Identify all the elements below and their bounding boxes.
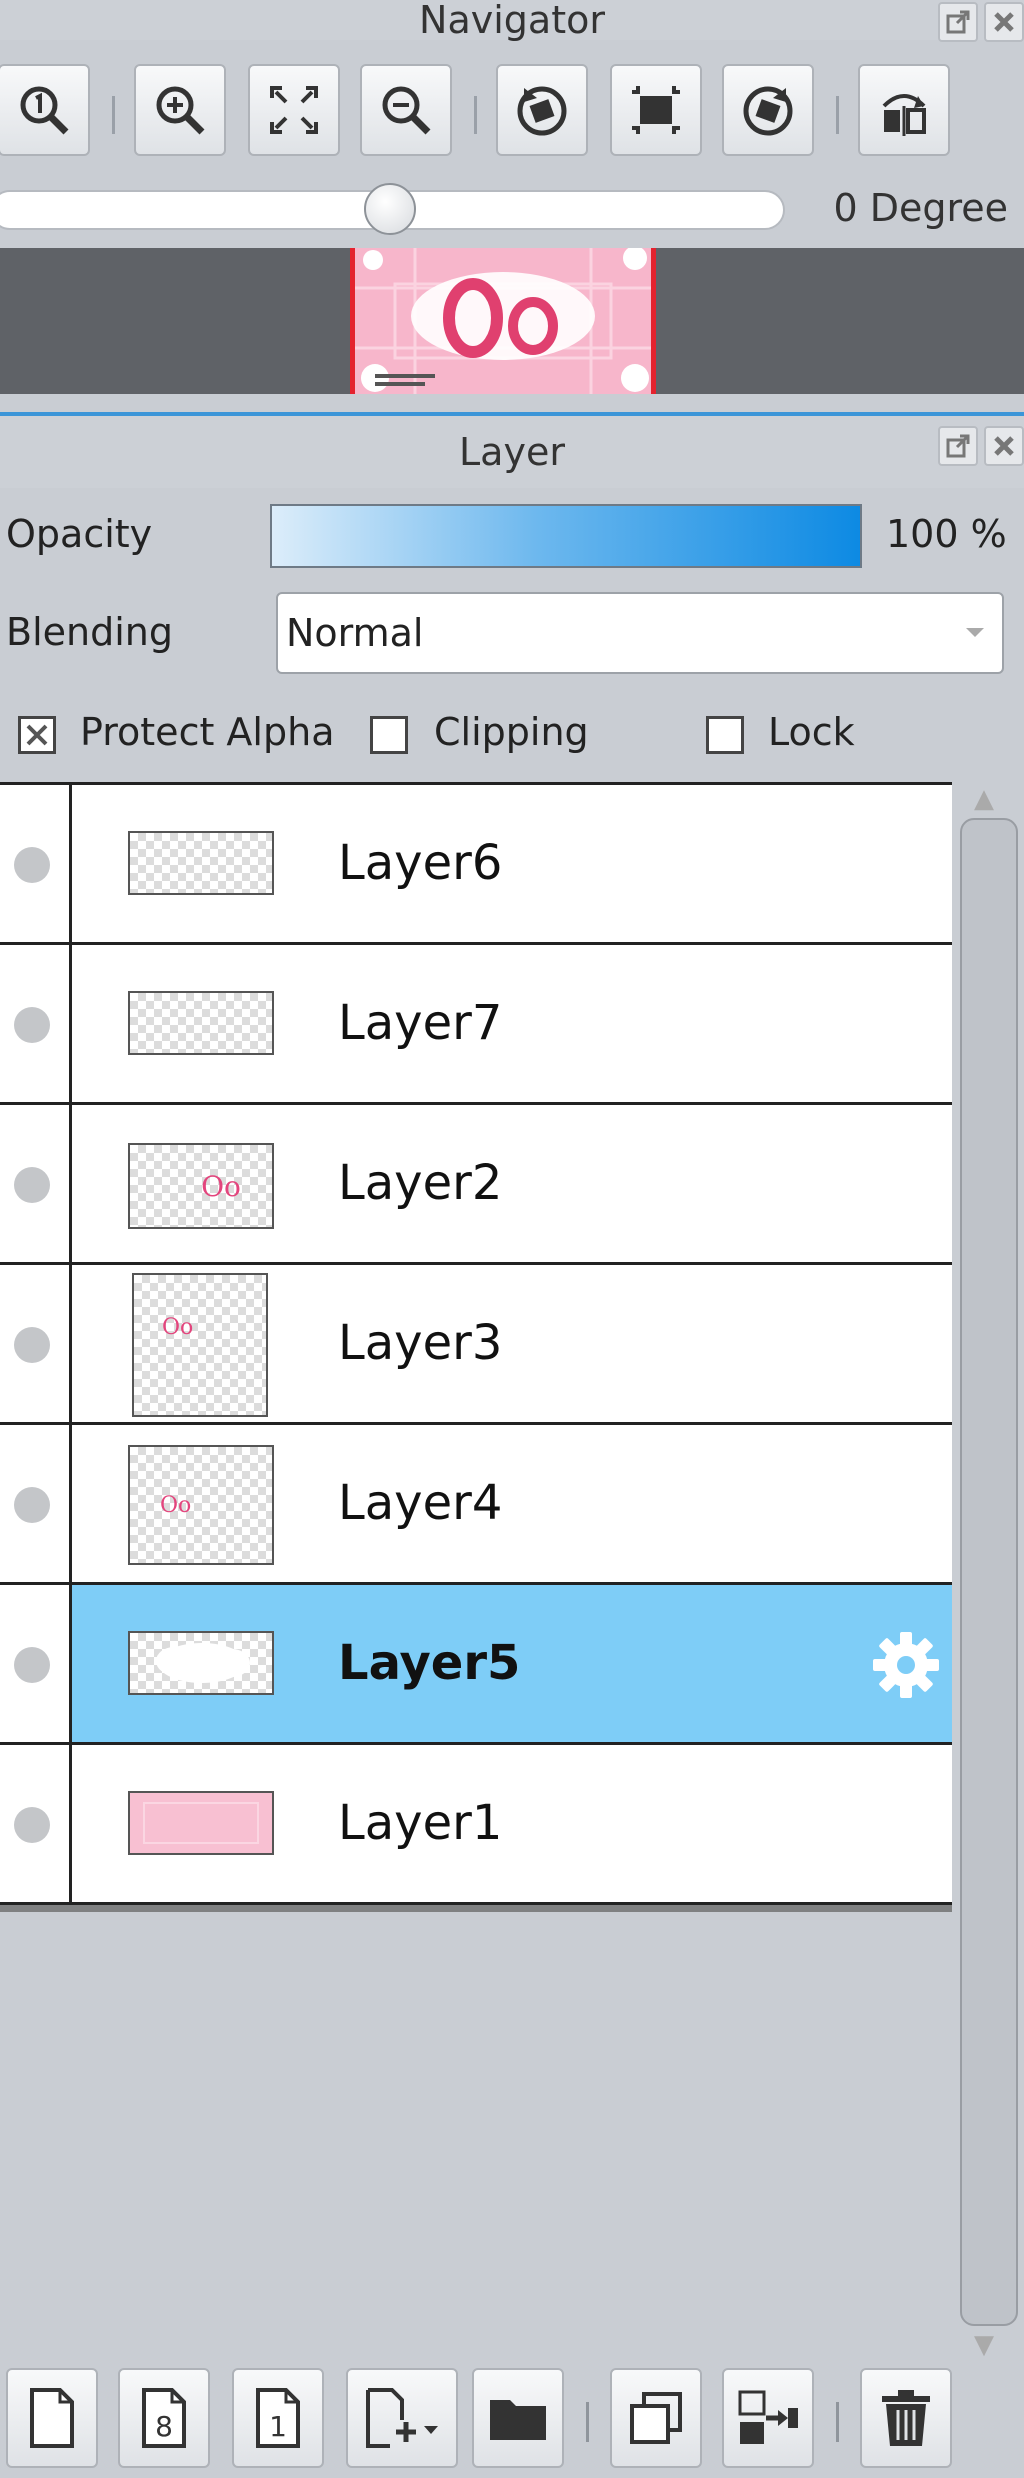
reset-view-icon[interactable] xyxy=(610,64,702,156)
lock-checkbox[interactable] xyxy=(706,716,744,754)
add-layer-menu-icon[interactable] xyxy=(346,2368,458,2468)
navigator-popout-icon[interactable] xyxy=(938,2,978,42)
navigator-preview[interactable] xyxy=(0,248,1024,394)
visibility-toggle[interactable] xyxy=(0,1265,72,1422)
layer-name: Layer7 xyxy=(338,995,503,1051)
layer-name: Layer6 xyxy=(338,835,503,891)
layer-thumbnail xyxy=(128,1791,274,1855)
fit-screen-icon[interactable] xyxy=(248,64,340,156)
new-1bit-layer-label: 1 xyxy=(269,2410,287,2443)
layer-thumbnail: Oo xyxy=(128,1143,274,1229)
blending-mode-select[interactable]: Normal xyxy=(276,592,1004,674)
layer-name: Layer5 xyxy=(338,1635,521,1691)
visibility-toggle[interactable] xyxy=(0,945,72,1102)
new-layer-icon[interactable] xyxy=(6,2368,98,2468)
new-1bit-layer-icon[interactable]: 1 xyxy=(232,2368,324,2468)
layer-name: Layer1 xyxy=(338,1795,503,1851)
merge-layer-icon[interactable] xyxy=(722,2368,814,2468)
visibility-toggle[interactable] xyxy=(0,785,72,942)
opacity-label: Opacity xyxy=(6,512,153,556)
layer-popout-icon[interactable] xyxy=(938,426,978,466)
visibility-dot-icon xyxy=(14,1007,50,1043)
rotation-slider-thumb[interactable] xyxy=(364,183,416,235)
layer-row-layer7[interactable]: Layer7 xyxy=(0,945,952,1105)
visibility-toggle[interactable] xyxy=(0,1105,72,1262)
visibility-dot-icon xyxy=(14,1807,50,1843)
visibility-dot-icon xyxy=(14,1327,50,1363)
blending-mode-value: Normal xyxy=(286,611,424,655)
layers-scrollbar-thumb[interactable] xyxy=(960,818,1018,2326)
opacity-value: 100 % xyxy=(886,512,1007,556)
flip-horizontal-icon[interactable] xyxy=(858,64,950,156)
clipping-checkbox[interactable] xyxy=(370,716,408,754)
layer-row-layer4[interactable]: Oo Layer4 xyxy=(0,1425,952,1585)
visibility-toggle[interactable] xyxy=(0,1585,72,1742)
canvas-preview-thumbnail xyxy=(350,248,656,394)
layer-close-icon[interactable] xyxy=(984,426,1024,466)
layer-thumbnail: Oo xyxy=(128,1445,274,1565)
layer-thumbnail xyxy=(128,831,274,895)
scroll-up-arrow-icon[interactable]: ▲ xyxy=(974,784,994,814)
new-8bit-layer-label: 8 xyxy=(155,2410,173,2443)
zoom-in-icon[interactable] xyxy=(134,64,226,156)
visibility-toggle[interactable] xyxy=(0,1745,72,1902)
thumbnail-text: Oo xyxy=(201,1169,241,1203)
navigator-title: Navigator xyxy=(419,0,605,42)
blending-label: Blending xyxy=(6,610,173,654)
navigator-close-icon[interactable] xyxy=(984,2,1024,42)
layer-settings-gear-icon[interactable] xyxy=(870,1629,942,1701)
opacity-slider[interactable] xyxy=(270,504,862,568)
lock-label: Lock xyxy=(768,710,855,754)
rotate-left-icon[interactable] xyxy=(496,64,588,156)
opacity-row: Opacity 100 % xyxy=(0,498,1024,578)
zoom-actual-icon[interactable] xyxy=(0,64,90,156)
layer-row-layer5[interactable]: Layer5 xyxy=(0,1585,952,1745)
layer-panel-title: Layer xyxy=(459,430,565,474)
layer-row-layer6[interactable]: Layer6 xyxy=(0,785,952,945)
visibility-dot-icon xyxy=(14,1647,50,1683)
visibility-dot-icon xyxy=(14,1487,50,1523)
thumbnail-text: Oo xyxy=(162,1315,194,1340)
layer-panel-header: Layer xyxy=(0,412,1024,488)
chevron-down-icon xyxy=(966,628,984,637)
protect-alpha-label: Protect Alpha xyxy=(80,710,335,754)
zoom-out-icon[interactable] xyxy=(360,64,452,156)
navigator-toolbar xyxy=(0,56,1024,166)
rotate-right-icon[interactable] xyxy=(722,64,814,156)
layer-thumbnail xyxy=(128,1631,274,1695)
folder-icon[interactable] xyxy=(472,2368,564,2468)
visibility-dot-icon xyxy=(14,847,50,883)
layer-name: Layer4 xyxy=(338,1475,503,1531)
scroll-down-arrow-icon[interactable]: ▼ xyxy=(974,2330,994,2360)
layer-name: Layer2 xyxy=(338,1155,503,1211)
layer-row-layer2[interactable]: Oo Layer2 xyxy=(0,1105,952,1265)
thumbnail-text: Oo xyxy=(160,1492,192,1518)
duplicate-layer-icon[interactable] xyxy=(610,2368,702,2468)
layer-thumbnail xyxy=(128,991,274,1055)
layer-row-layer1[interactable]: Layer1 xyxy=(0,1745,952,1905)
protect-alpha-checkbox[interactable] xyxy=(18,716,56,754)
new-8bit-layer-icon[interactable]: 8 xyxy=(118,2368,210,2468)
layer-name: Layer3 xyxy=(338,1315,503,1371)
layer-thumbnail: Oo xyxy=(132,1273,268,1417)
layers-list: Layer6 Layer7 Oo Layer2 Oo Layer3 Oo Lay… xyxy=(0,782,952,1912)
layer-bottom-toolbar: 8 1 xyxy=(0,2362,1024,2478)
clipping-label: Clipping xyxy=(434,710,589,754)
trash-icon[interactable] xyxy=(860,2368,952,2468)
navigator-header: Navigator xyxy=(0,0,1024,42)
layer-row-layer3[interactable]: Oo Layer3 xyxy=(0,1265,952,1425)
rotation-degree-label: 0 Degree xyxy=(833,186,1008,230)
visibility-dot-icon xyxy=(14,1167,50,1203)
visibility-toggle[interactable] xyxy=(0,1425,72,1582)
